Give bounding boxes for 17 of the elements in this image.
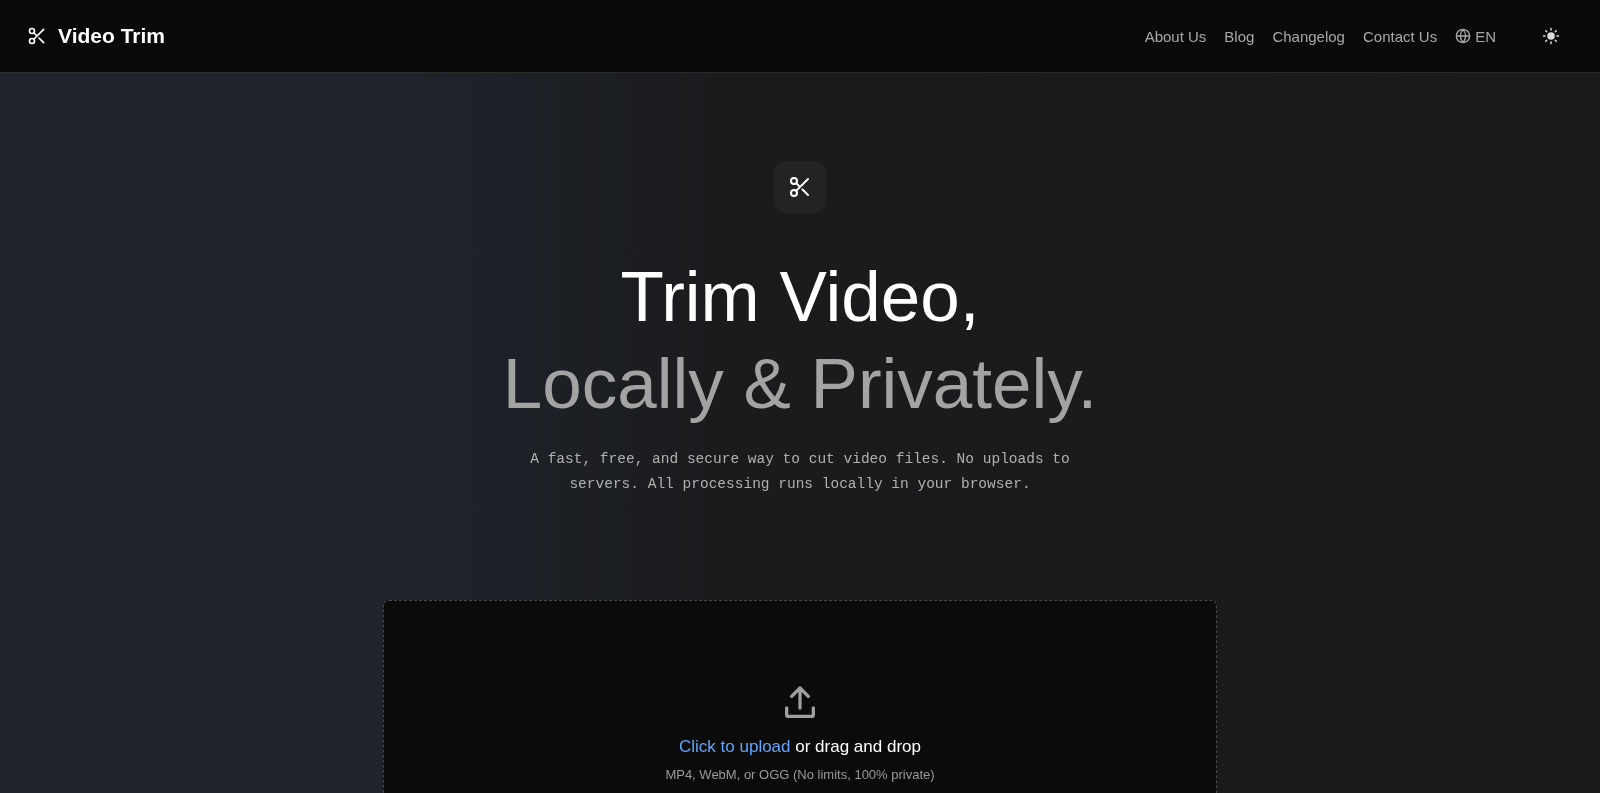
nav-link[interactable]: Changelog xyxy=(1272,27,1345,45)
globe-icon xyxy=(1455,28,1472,44)
brand-name[interactable]: Video Trim xyxy=(58,24,165,48)
upload-link[interactable]: Click to upload xyxy=(679,737,791,756)
upload-dropzone[interactable]: Click to upload or drag and drop MP4, WebM, or OGG (No limits, 100% private) xyxy=(383,600,1217,793)
hero-title: Trim Video, xyxy=(619,256,981,338)
file-format-hint: MP4, WebM, or OGG (No limits, 100% private) xyxy=(665,767,935,782)
nav-link[interactable]: About Us xyxy=(1144,27,1207,45)
nav-link[interactable]: Blog xyxy=(1224,27,1255,45)
hero-description: A fast, free, and secure way to cut video files. No uploads to servers. All processing runs locally in your browser. xyxy=(529,450,1071,494)
scissors-icon xyxy=(27,26,47,46)
sun-icon[interactable] xyxy=(1542,27,1560,45)
hero-subtitle-line: Locally & Privately. xyxy=(502,343,1098,425)
scissors-icon xyxy=(788,175,812,199)
nav-link[interactable]: Contact Us xyxy=(1362,27,1438,45)
language-button[interactable]: EN xyxy=(1455,27,1496,45)
upload-prompt: Click to upload or drag and drop xyxy=(679,737,921,757)
